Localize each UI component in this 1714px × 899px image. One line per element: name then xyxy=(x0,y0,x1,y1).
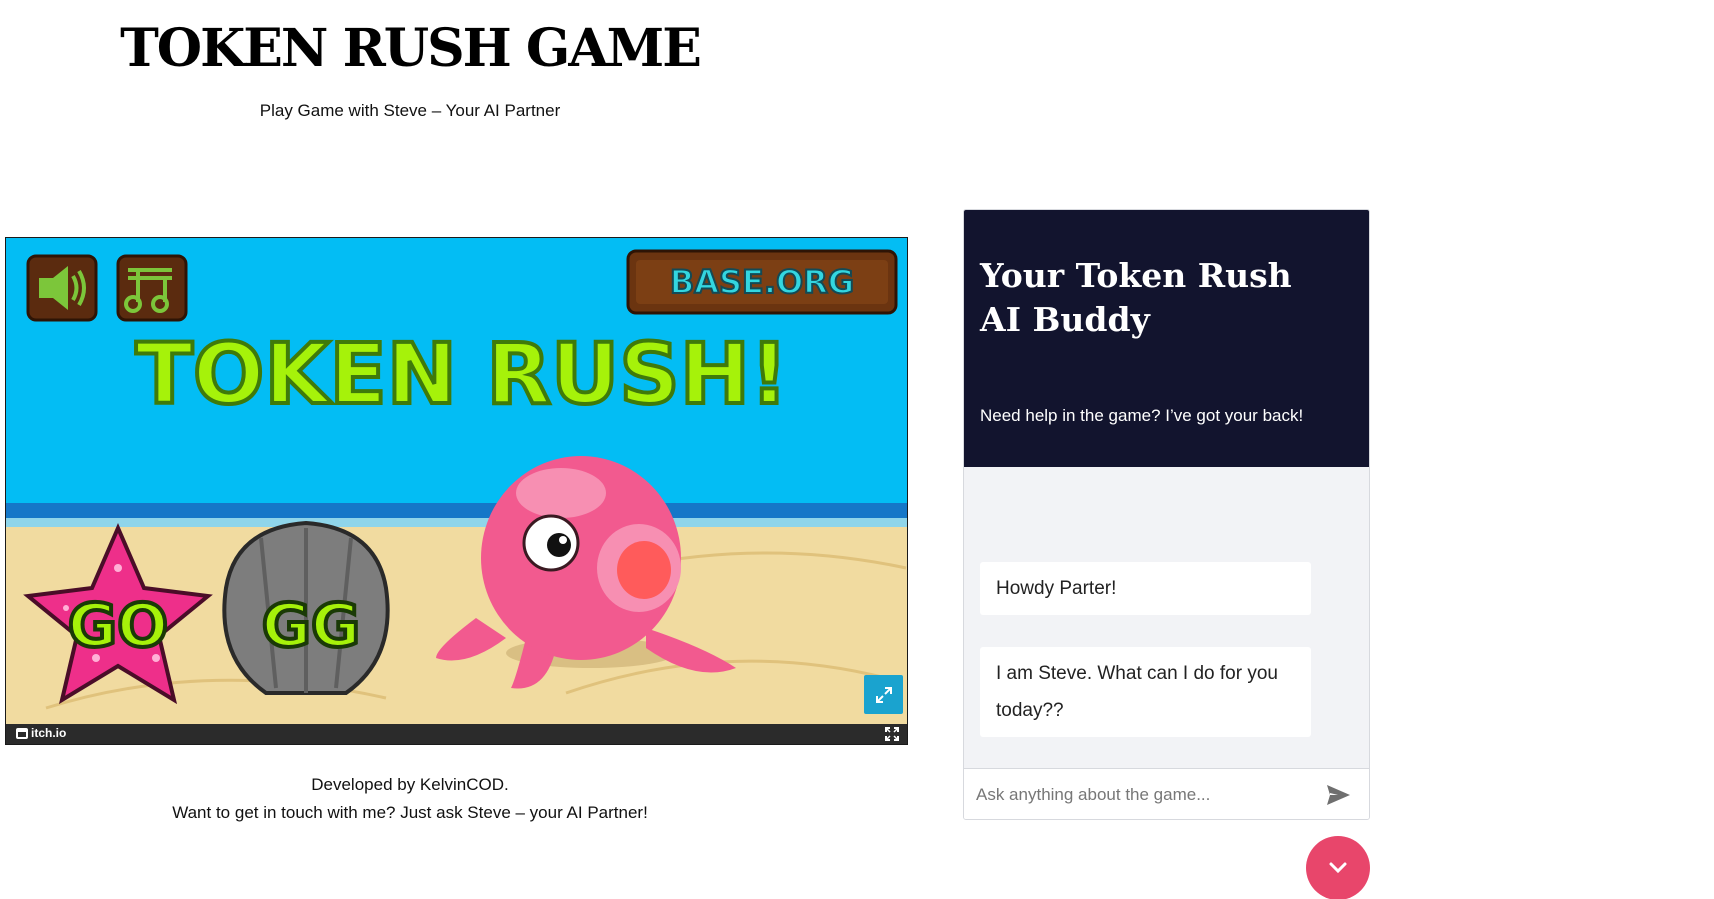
chat-messages: Howdy Parter! I am Steve. What can I do … xyxy=(964,467,1369,767)
chat-message: Howdy Parter! xyxy=(980,562,1311,615)
chevron-down-icon xyxy=(1329,862,1347,874)
gg-shell-button[interactable]: GG xyxy=(222,520,390,695)
gg-label: GG xyxy=(262,591,361,661)
game-logo: TOKEN RUSH! xyxy=(136,325,789,423)
base-org-label: BASE.ORG xyxy=(670,263,854,301)
chat-subtitle: Need help in the game? I’ve got your bac… xyxy=(980,406,1304,425)
itch-io-link[interactable]: itch.io xyxy=(16,726,66,740)
fullscreen-icon[interactable] xyxy=(885,727,899,741)
go-label: GO xyxy=(68,591,168,661)
chat-widget: Your Token Rush AI Buddy Need help in th… xyxy=(963,209,1370,820)
chat-input-row xyxy=(964,768,1369,819)
contact-note: Want to get in touch with me? Just ask S… xyxy=(172,803,648,822)
itch-logo-icon xyxy=(16,727,28,739)
chat-message: I am Steve. What can I do for you today?… xyxy=(980,647,1311,737)
base-org-banner-button[interactable]: BASE.ORG xyxy=(626,249,898,315)
itch-io-label: itch.io xyxy=(31,726,67,740)
expand-icon xyxy=(875,686,892,703)
collapse-chat-button[interactable] xyxy=(1306,836,1370,899)
chat-title: Your Token Rush AI Buddy xyxy=(980,256,1292,339)
sound-toggle-button[interactable] xyxy=(26,254,98,322)
expand-game-button[interactable] xyxy=(864,675,903,714)
game-embed[interactable]: BASE.ORG TOKEN RUSH! GO GG itch.io xyxy=(5,237,908,745)
page-title: TOKEN RUSH GAME xyxy=(120,18,702,79)
page-subtitle: Play Game with Steve – Your AI Partner xyxy=(259,101,561,120)
chat-input[interactable] xyxy=(976,777,1306,813)
developer-credit: Developed by KelvinCOD. xyxy=(311,775,509,794)
chat-header: Your Token Rush AI Buddy Need help in th… xyxy=(964,210,1369,467)
game-canvas[interactable]: BASE.ORG TOKEN RUSH! GO GG xyxy=(6,238,907,724)
itch-embed-bar: itch.io xyxy=(6,724,907,744)
music-toggle-button[interactable] xyxy=(116,254,188,322)
send-icon[interactable] xyxy=(1324,782,1352,808)
